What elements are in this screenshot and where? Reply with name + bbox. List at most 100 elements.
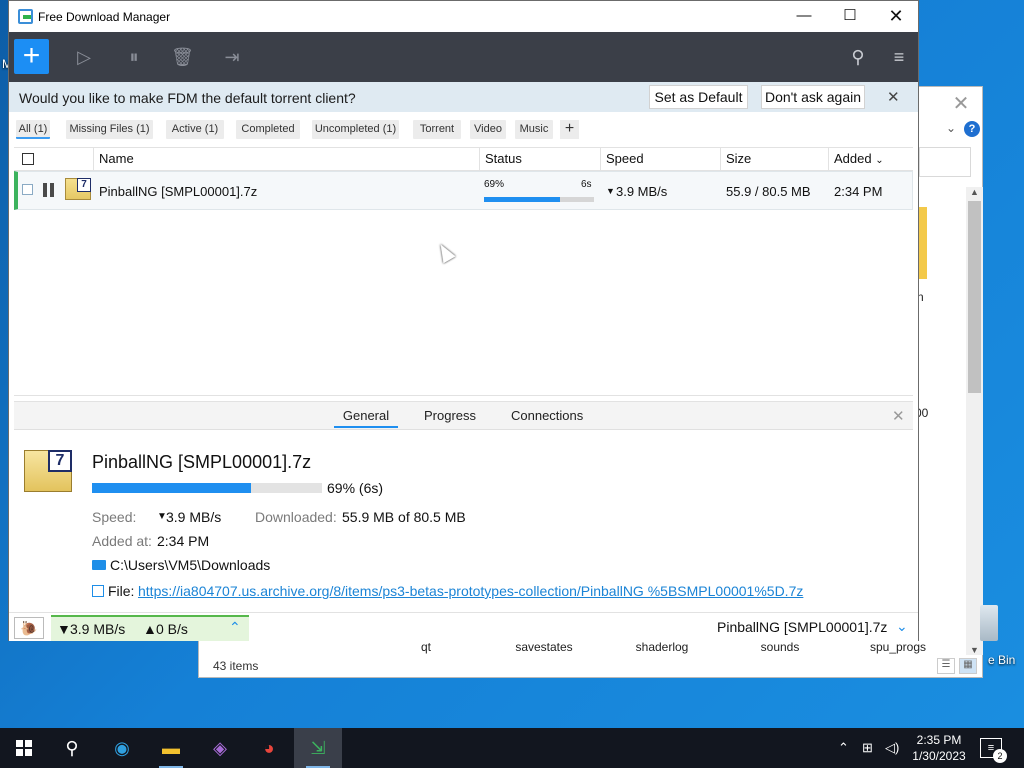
edge-icon[interactable]: ◉ xyxy=(98,728,146,768)
filter-active[interactable]: Active (1) xyxy=(166,120,224,139)
large-icons-view-icon[interactable]: ▦ xyxy=(959,658,977,674)
add-download-button[interactable]: + xyxy=(14,39,49,74)
folder-item[interactable]: savestates xyxy=(499,640,589,654)
total-up-speed: 0 B/s xyxy=(156,621,188,637)
network-icon[interactable]: ⊞ xyxy=(862,728,873,768)
fdm-taskbar-icon[interactable]: ⇲ xyxy=(294,728,342,768)
explorer-close-icon[interactable]: ✕ xyxy=(949,91,973,116)
tray-chevron-up-icon[interactable]: ⌃ xyxy=(838,728,849,768)
file-explorer-icon[interactable]: ▬ xyxy=(147,728,195,768)
toolbar: + ▷ ⏸ 🗑 ⇥ ⚲ ≡ xyxy=(9,32,918,82)
up-arrow-icon: ▲ xyxy=(143,621,157,637)
close-banner-icon[interactable]: ✕ xyxy=(887,88,900,106)
fdm-icon xyxy=(18,9,33,24)
chevron-up-icon[interactable]: ⌃ xyxy=(229,619,241,636)
set-as-default-button[interactable]: Set as Default xyxy=(649,85,748,109)
details-file-name: PinballNG [SMPL00001].7z xyxy=(92,452,312,472)
visual-studio-icon[interactable]: ◈ xyxy=(196,728,244,768)
close-button[interactable]: ✕ xyxy=(873,1,919,32)
recycle-bin-icon[interactable] xyxy=(980,605,998,641)
scroll-thumb[interactable] xyxy=(968,201,981,393)
help-icon[interactable]: ? xyxy=(964,121,980,137)
column-name[interactable]: Name xyxy=(94,148,480,170)
folder-item[interactable]: qt xyxy=(381,640,471,654)
scroll-up-icon[interactable]: ▲ xyxy=(966,187,983,197)
folder-item[interactable]: shaderlog xyxy=(617,640,707,654)
chrome-icon[interactable]: ◕ xyxy=(245,728,293,768)
filter-all[interactable]: All (1) xyxy=(16,120,50,139)
fdm-window: Free Download Manager — ☐ ✕ + ▷ ⏸ 🗑 ⇥ ⚲ … xyxy=(8,0,919,641)
folder-item[interactable]: spu_progs xyxy=(853,640,943,654)
recycle-bin-label: e Bin xyxy=(988,653,1016,667)
add-filter-plus-icon[interactable]: + xyxy=(560,120,579,139)
details-view-icon[interactable]: ☰ xyxy=(937,658,955,674)
download-progress-bar xyxy=(484,197,594,202)
speed-value: 3.9 MB/s xyxy=(166,509,222,525)
resume-play-icon[interactable]: ▷ xyxy=(73,46,95,68)
row-checkbox[interactable] xyxy=(22,184,33,195)
title-bar[interactable]: Free Download Manager — ☐ ✕ xyxy=(9,1,918,32)
snail-mode-icon[interactable]: 🐌 xyxy=(14,617,44,639)
header-spacer xyxy=(14,148,94,170)
filter-torrent[interactable]: Torrent xyxy=(413,120,461,139)
file-url-link[interactable]: https://ia804707.us.archive.org/8/items/… xyxy=(138,583,803,599)
download-percent: 69% xyxy=(484,179,505,190)
chevron-down-icon[interactable]: ⌄ xyxy=(896,618,908,635)
total-down-speed: 3.9 MB/s xyxy=(70,621,126,637)
speed-summary[interactable]: ▼ 3.9 MB/s ▲ 0 B/s ⌃ xyxy=(51,615,249,641)
search-icon[interactable]: ⚲ xyxy=(847,46,869,68)
download-folder-link[interactable]: C:\Users\VM5\Downloads xyxy=(110,557,270,573)
volume-icon[interactable]: ◁) xyxy=(885,728,899,768)
default-client-banner: Would you like to make FDM the default t… xyxy=(9,82,918,112)
clock[interactable]: 2:35 PM 1/30/2023 xyxy=(909,732,969,764)
filter-uncompleted[interactable]: Uncompleted (1) xyxy=(312,120,399,139)
filter-completed[interactable]: Completed xyxy=(236,120,300,139)
explorer-scrollbar[interactable]: ▲ ▼ xyxy=(966,187,983,655)
filter-video[interactable]: Video xyxy=(470,120,506,139)
tab-general[interactable]: General xyxy=(334,408,398,428)
tab-progress[interactable]: Progress xyxy=(424,408,476,423)
column-added[interactable]: Added ⌄ xyxy=(829,148,913,170)
progress-fill xyxy=(484,197,560,202)
download-speed: 3.9 MB/s xyxy=(616,184,668,199)
filter-music[interactable]: Music xyxy=(515,120,553,139)
search-icon[interactable]: ⚲ xyxy=(48,728,96,768)
clock-date: 1/30/2023 xyxy=(912,749,966,763)
filter-missing-files[interactable]: Missing Files (1) xyxy=(66,120,153,139)
status-bar: 🐌 ▼ 3.9 MB/s ▲ 0 B/s ⌃ PinballNG [SMPL00… xyxy=(9,612,918,641)
hamburger-menu-icon[interactable]: ≡ xyxy=(888,46,910,68)
details-progress-bar xyxy=(92,483,322,493)
maximize-button[interactable]: ☐ xyxy=(827,1,873,32)
column-size[interactable]: Size xyxy=(721,148,829,170)
archive-7z-icon: 7 xyxy=(24,450,72,492)
downloaded-label: Downloaded: xyxy=(255,509,337,525)
pause-icon[interactable] xyxy=(43,183,55,197)
close-details-icon[interactable]: ✕ xyxy=(892,407,905,425)
down-arrow-icon: ▼ xyxy=(57,621,71,637)
taskbar: ⚲ ◉ ▬ ◈ ◕ ⇲ ⌃ ⊞ ◁) 2:35 PM 1/30/2023 ≡ 2 xyxy=(0,728,1024,768)
notifications-icon[interactable]: ≡ 2 xyxy=(980,738,1007,763)
start-button[interactable] xyxy=(0,728,48,768)
current-file-name[interactable]: PinballNG [SMPL00001].7z xyxy=(717,619,887,635)
pause-all-icon[interactable]: ⏸ xyxy=(123,46,145,68)
column-speed[interactable]: Speed xyxy=(601,148,721,170)
external-link-icon xyxy=(92,585,104,597)
minimize-button[interactable]: — xyxy=(781,1,827,32)
trash-icon[interactable]: 🗑 xyxy=(171,46,194,68)
details-percent-eta: 69% (6s) xyxy=(327,480,384,496)
column-status[interactable]: Status xyxy=(480,148,601,170)
download-row[interactable]: 7 PinballNG [SMPL00001].7z 69% 6s ▼ 3.9 … xyxy=(14,171,913,210)
folder-move-icon[interactable]: ⇥ xyxy=(221,46,243,68)
details-panel: General Progress Connections ✕ 7 Pinball… xyxy=(14,401,913,606)
folder-icon xyxy=(92,560,106,570)
scroll-down-icon[interactable]: ▼ xyxy=(966,645,983,655)
download-list-empty-area[interactable] xyxy=(14,210,913,396)
dont-ask-again-button[interactable]: Don't ask again xyxy=(761,85,865,109)
explorer-search-input[interactable] xyxy=(919,147,971,177)
folder-item[interactable]: sounds xyxy=(735,640,825,654)
archive-7z-icon: 7 xyxy=(65,178,91,200)
tab-connections[interactable]: Connections xyxy=(511,408,583,423)
download-name: PinballNG [SMPL00001].7z xyxy=(99,184,258,199)
chevron-down-icon[interactable]: ⌄ xyxy=(946,121,956,135)
download-eta: 6s xyxy=(581,179,592,190)
